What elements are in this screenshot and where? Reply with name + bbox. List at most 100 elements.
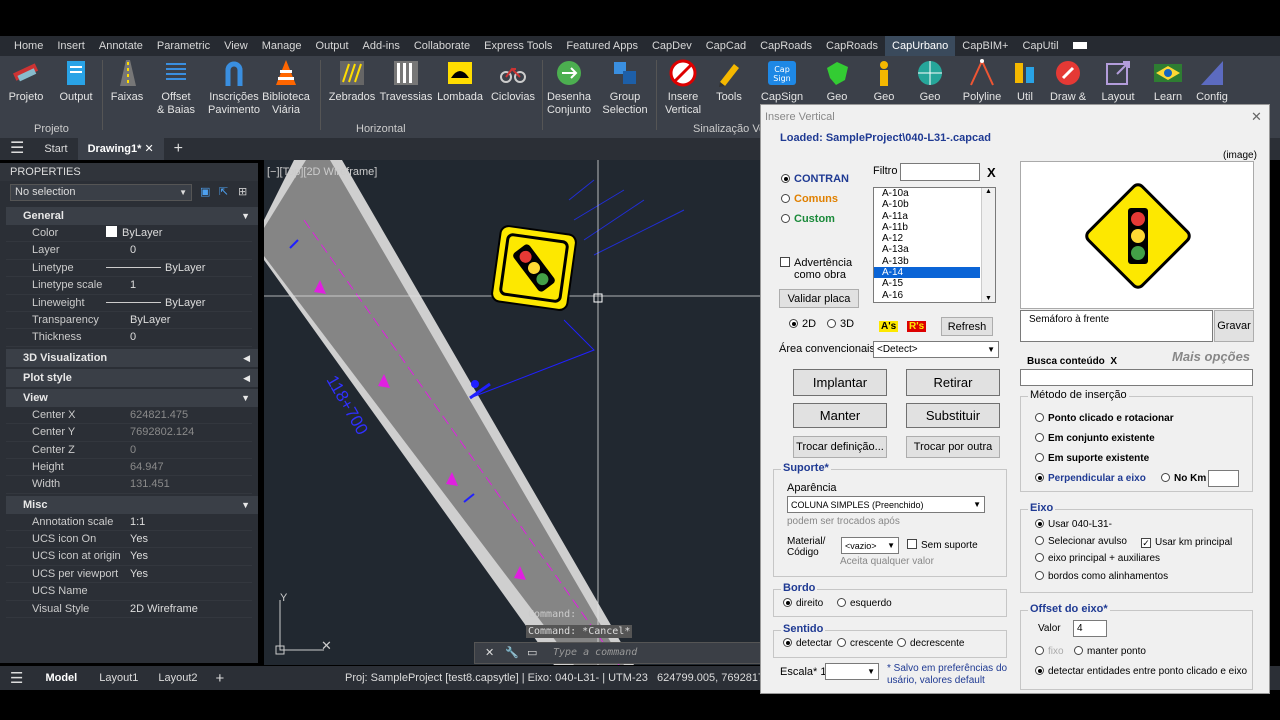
mais-opcoes-link[interactable]: Mais opções — [1172, 349, 1250, 364]
filtro-input[interactable] — [900, 163, 980, 181]
ribbon-tab-12[interactable]: CapCad — [699, 36, 753, 56]
geo-button-2[interactable]: Geo — [867, 58, 901, 104]
radio-custom[interactable]: Custom — [781, 213, 835, 225]
config-button[interactable]: Config — [1192, 58, 1232, 104]
section-view[interactable]: View ▼ — [6, 388, 258, 407]
property-value[interactable]: ByLayer — [104, 225, 252, 241]
learn-button[interactable]: Learn — [1148, 58, 1188, 104]
geo-button-3[interactable]: Geo — [913, 58, 947, 104]
property-row[interactable]: Width 131.451 — [6, 476, 252, 494]
property-row[interactable]: Transparency ByLayer — [6, 312, 252, 330]
rs-button[interactable]: R's — [907, 321, 927, 332]
section-general[interactable]: General ▼ — [6, 207, 258, 225]
ribbon-tab-16[interactable]: CapBIM+ — [955, 36, 1015, 56]
hamburger-icon[interactable]: ☰ — [0, 138, 34, 160]
group-selection-button[interactable]: Group Selection — [598, 58, 652, 117]
ribbon-tab-7[interactable]: Add-ins — [356, 36, 407, 56]
property-value[interactable]: 0 — [104, 242, 252, 258]
tab-start[interactable]: Start — [34, 138, 77, 160]
tools-button[interactable]: Tools — [712, 58, 746, 104]
radio-perpendicular-eixo[interactable]: Perpendicular a eixo — [1035, 473, 1146, 484]
add-layout-icon[interactable]: + — [216, 670, 225, 687]
desenha-conjunto-button[interactable]: Desenha Conjunto — [546, 58, 592, 117]
property-row[interactable]: Center Z 0 — [6, 442, 252, 459]
section-3d-visualization[interactable]: 3D Visualization ◀ — [6, 348, 258, 367]
select-objects-icon[interactable]: ⇱ — [219, 185, 228, 198]
section-plot-style[interactable]: Plot style ◀ — [6, 368, 258, 387]
radio-crescente[interactable]: crescente — [837, 638, 893, 649]
radio-manter-ponto[interactable]: manter ponto — [1074, 646, 1146, 657]
property-row[interactable]: Layer 0 — [6, 242, 252, 260]
busca-clear-button[interactable]: X — [1110, 356, 1117, 367]
list-item[interactable]: A-13b — [874, 256, 980, 267]
sign-description[interactable]: Semáforo à frente — [1020, 310, 1213, 342]
command-input[interactable]: Type a command — [553, 647, 637, 658]
list-item[interactable]: A-10b — [874, 199, 980, 210]
as-button[interactable]: A's — [879, 321, 899, 332]
radio-contran[interactable]: CONTRAN — [781, 173, 849, 185]
radio-2d[interactable]: 2D — [789, 318, 816, 330]
property-value[interactable]: 64.947 — [104, 459, 252, 475]
projeto-button[interactable]: Projeto — [6, 58, 46, 104]
property-row[interactable]: UCS Name — [6, 583, 252, 601]
property-row[interactable]: Annotation scale 1:1 — [6, 514, 252, 532]
property-value[interactable]: Yes — [104, 531, 252, 547]
viewport-label[interactable]: [−][Top][2D Wireframe] — [267, 166, 377, 178]
workspace-icon[interactable] — [1066, 36, 1094, 56]
close-icon[interactable]: ✕ — [144, 143, 153, 155]
radio-bordos-alinhamentos[interactable]: bordos como alinhamentos — [1035, 571, 1168, 582]
radio-conjunto-existente[interactable]: Em conjunto existente — [1035, 433, 1155, 444]
offset-baias-button[interactable]: Offset & Baias — [156, 58, 196, 117]
property-row[interactable]: Visual Style 2D Wireframe — [6, 601, 252, 619]
draw-button[interactable]: Draw & — [1048, 58, 1088, 104]
ribbon-tab-10[interactable]: Featured Apps — [559, 36, 645, 56]
radio-suporte-existente[interactable]: Em suporte existente — [1035, 453, 1149, 464]
checkbox-usar-km[interactable]: ✓ Usar km principal — [1141, 537, 1232, 548]
property-row[interactable]: Lineweight ByLayer — [6, 295, 252, 312]
property-value[interactable]: Yes — [104, 548, 252, 564]
wrench-icon[interactable]: 🔧 — [505, 646, 519, 659]
ribbon-tab-15[interactable]: CapUrbano — [885, 36, 956, 56]
checkbox-advertencia[interactable]: Advertência — [780, 257, 852, 269]
sign-list[interactable]: A-10a A-10b A-11a A-11b A-12 A-13a A-13b A-14 A-… — [873, 187, 996, 303]
new-tab-icon[interactable]: + — [164, 138, 193, 160]
manter-button[interactable]: Manter — [793, 403, 887, 428]
property-row[interactable]: Color ByLayer — [6, 225, 252, 243]
command-line[interactable]: ✕ 🔧 ▭ Type a command — [474, 642, 764, 664]
tab-layout1[interactable]: Layout1 — [99, 672, 138, 684]
sem-suporte-checkbox[interactable]: Sem suporte — [907, 539, 978, 551]
list-scrollbar[interactable]: ▲ ▼ — [981, 188, 995, 302]
radio-no-km[interactable]: No Km — [1161, 473, 1206, 484]
implantar-button[interactable]: Implantar — [793, 369, 887, 396]
list-item[interactable]: A-15 — [874, 278, 980, 289]
radio-direito[interactable]: direito — [783, 598, 823, 609]
tab-drawing1[interactable]: Drawing1* ✕ — [77, 138, 164, 160]
property-value[interactable]: 7692802.124 — [104, 424, 252, 440]
property-value[interactable]: 2D Wireframe — [104, 601, 252, 617]
list-item[interactable]: A-12 — [874, 233, 980, 244]
property-value[interactable]: Yes — [104, 566, 252, 582]
filtro-clear-button[interactable]: X — [987, 165, 996, 180]
ribbon-tab-5[interactable]: Manage — [255, 36, 309, 56]
tab-layout2[interactable]: Layout2 — [158, 672, 197, 684]
radio-usar-eixo[interactable]: Usar 040-L31- — [1035, 519, 1112, 530]
retirar-button[interactable]: Retirar — [906, 369, 1000, 396]
ribbon-tab-6[interactable]: Output — [309, 36, 356, 56]
menu-icon[interactable]: ☰ — [10, 669, 23, 687]
insere-vertical-button[interactable]: Insere Vertical — [660, 58, 706, 117]
radio-comuns[interactable]: Comuns — [781, 193, 838, 205]
radio-detectar-entidades[interactable]: detectar entidades entre ponto clicado e… — [1035, 666, 1247, 677]
refresh-button[interactable]: Refresh — [941, 317, 993, 336]
trocar-outra-button[interactable]: Trocar por outra — [906, 436, 1000, 458]
trocar-definicao-button[interactable]: Trocar definição... — [793, 436, 887, 458]
ribbon-tab-0[interactable]: Home — [7, 36, 50, 56]
property-row[interactable]: UCS icon On Yes — [6, 531, 252, 549]
ciclovias-button[interactable]: Ciclovias — [490, 58, 536, 104]
close-icon[interactable]: ✕ — [1251, 109, 1262, 125]
ribbon-tab-17[interactable]: CapUtil — [1015, 36, 1065, 56]
capsign-button[interactable]: Cap Sign CapSign — [761, 58, 803, 104]
drawing-canvas[interactable]: [−][Top][2D Wireframe] 118+700 Y ✕ Comma… — [264, 160, 764, 665]
list-item[interactable]: A-11b — [874, 222, 980, 233]
zebrados-button[interactable]: Zebrados — [328, 58, 376, 104]
radio-ponto-clicado[interactable]: Ponto clicado e rotacionar — [1035, 413, 1174, 424]
